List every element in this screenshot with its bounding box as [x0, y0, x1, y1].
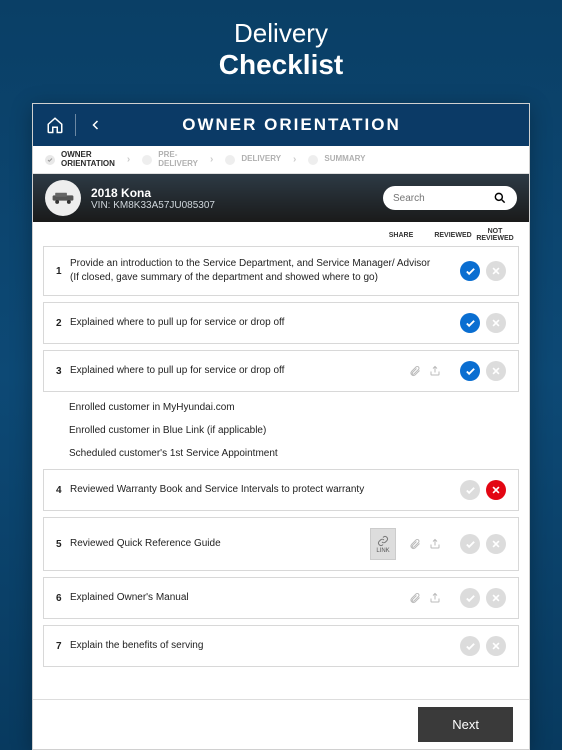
vehicle-thumb [45, 180, 81, 216]
vehicle-info: 2018 Kona VIN: KM8K33A57JU085307 [91, 186, 373, 211]
row-actions: LINK [370, 528, 506, 560]
col-share: SHARE [371, 232, 431, 239]
page-title: Delivery Checklist [219, 0, 344, 103]
row-text: Explain the benefits of serving [70, 639, 442, 653]
crumb-label: PRE- DELIVERY [158, 151, 198, 169]
title-light: Delivery [234, 18, 328, 48]
app-frame: OWNER ORIENTATION OWNER ORIENTATION › PRE-… [32, 103, 530, 750]
row-text: Explained where to pull up for service o… [70, 364, 408, 378]
checklist-row: 5 Reviewed Quick Reference Guide LINK [43, 517, 519, 571]
checklist-row: 6 Explained Owner's Manual [43, 577, 519, 619]
footer: Next [33, 699, 529, 749]
not-reviewed-toggle[interactable] [486, 361, 506, 381]
vehicle-vin: VIN: KM8K33A57JU085307 [91, 200, 373, 211]
check-icon [45, 155, 55, 165]
reviewed-toggle[interactable] [460, 534, 480, 554]
breadcrumb-3[interactable]: SUMMARY [304, 155, 369, 165]
not-reviewed-toggle[interactable] [486, 261, 506, 281]
not-reviewed-toggle[interactable] [486, 480, 506, 500]
topbar-title: OWNER ORIENTATION [66, 115, 517, 135]
checklist-row: 2 Explained where to pull up for service… [43, 302, 519, 344]
row-actions [442, 636, 506, 656]
home-icon[interactable] [45, 115, 65, 135]
vehicle-title: 2018 Kona [91, 186, 373, 200]
row-text: Reviewed Quick Reference Guide [70, 537, 370, 551]
reviewed-toggle[interactable] [460, 361, 480, 381]
reviewed-toggle[interactable] [460, 480, 480, 500]
row-number: 1 [56, 266, 70, 277]
checklist: 1 Provide an introduction to the Service… [33, 246, 529, 699]
row-actions [408, 588, 506, 608]
link-badge[interactable]: LINK [370, 528, 396, 560]
next-button[interactable]: Next [418, 707, 513, 742]
row-actions [408, 361, 506, 381]
share-icon[interactable] [428, 537, 442, 551]
breadcrumbs: OWNER ORIENTATION › PRE- DELIVERY › DELIVERY… [33, 146, 529, 174]
link-icon [376, 534, 390, 548]
reviewed-toggle[interactable] [460, 261, 480, 281]
reviewed-toggle[interactable] [460, 313, 480, 333]
crumb-label: SUMMARY [324, 155, 365, 164]
column-headers: SHARE REVIEWED NOTREVIEWED [33, 222, 529, 246]
breadcrumb-1[interactable]: PRE- DELIVERY [138, 151, 202, 169]
checklist-row: 1 Provide an introduction to the Service… [43, 246, 519, 296]
checklist-row: 4 Reviewed Warranty Book and Service Int… [43, 469, 519, 511]
col-reviewed: REVIEWED [431, 232, 475, 239]
share-icons: LINK [370, 528, 442, 560]
search-icon[interactable] [493, 191, 507, 205]
check-icon [142, 155, 152, 165]
vehicle-bar: 2018 Kona VIN: KM8K33A57JU085307 [33, 174, 529, 222]
not-reviewed-toggle[interactable] [486, 534, 506, 554]
row-number: 6 [56, 593, 70, 604]
breadcrumb-2[interactable]: DELIVERY [221, 155, 285, 165]
not-reviewed-toggle[interactable] [486, 313, 506, 333]
row-text: Explained Owner's Manual [70, 591, 408, 605]
sub-item: Scheduled customer's 1st Service Appoint… [69, 448, 507, 459]
attachment-icon[interactable] [408, 537, 422, 551]
share-icons [408, 364, 442, 378]
attachment-icon[interactable] [408, 364, 422, 378]
title-bold: Checklist [219, 49, 344, 81]
not-reviewed-toggle[interactable] [486, 588, 506, 608]
chevron-right-icon: › [293, 154, 296, 165]
sublist: Enrolled customer in MyHyundai.com Enroll… [43, 398, 519, 463]
check-icon [225, 155, 235, 165]
check-icon [308, 155, 318, 165]
row-actions [442, 313, 506, 333]
sub-item: Enrolled customer in Blue Link (if appli… [69, 425, 507, 436]
row-number: 4 [56, 485, 70, 496]
checklist-row: 3 Explained where to pull up for service… [43, 350, 519, 392]
reviewed-toggle[interactable] [460, 636, 480, 656]
reviewed-toggle[interactable] [460, 588, 480, 608]
row-number: 7 [56, 641, 70, 652]
crumb-label: OWNER ORIENTATION [61, 151, 115, 169]
crumb-label: DELIVERY [241, 155, 281, 164]
row-actions [442, 480, 506, 500]
topbar: OWNER ORIENTATION [33, 104, 529, 146]
row-number: 3 [56, 366, 70, 377]
row-number: 2 [56, 318, 70, 329]
row-text: Provide an introduction to the Service D… [70, 257, 442, 285]
link-label: LINK [376, 548, 389, 554]
not-reviewed-toggle[interactable] [486, 636, 506, 656]
search-input[interactable] [393, 193, 463, 204]
col-not-reviewed: NOTREVIEWED [475, 228, 515, 242]
row-number: 5 [56, 539, 70, 550]
share-icons [408, 591, 442, 605]
share-icon[interactable] [428, 364, 442, 378]
checklist-row: 7 Explain the benefits of serving [43, 625, 519, 667]
chevron-right-icon: › [210, 154, 213, 165]
breadcrumb-0[interactable]: OWNER ORIENTATION [41, 151, 119, 169]
row-text: Reviewed Warranty Book and Service Inter… [70, 483, 442, 497]
row-text: Explained where to pull up for service o… [70, 316, 442, 330]
share-icon[interactable] [428, 591, 442, 605]
sub-item: Enrolled customer in MyHyundai.com [69, 402, 507, 413]
search-pill[interactable] [383, 186, 517, 210]
attachment-icon[interactable] [408, 591, 422, 605]
chevron-right-icon: › [127, 154, 130, 165]
row-actions [442, 261, 506, 281]
